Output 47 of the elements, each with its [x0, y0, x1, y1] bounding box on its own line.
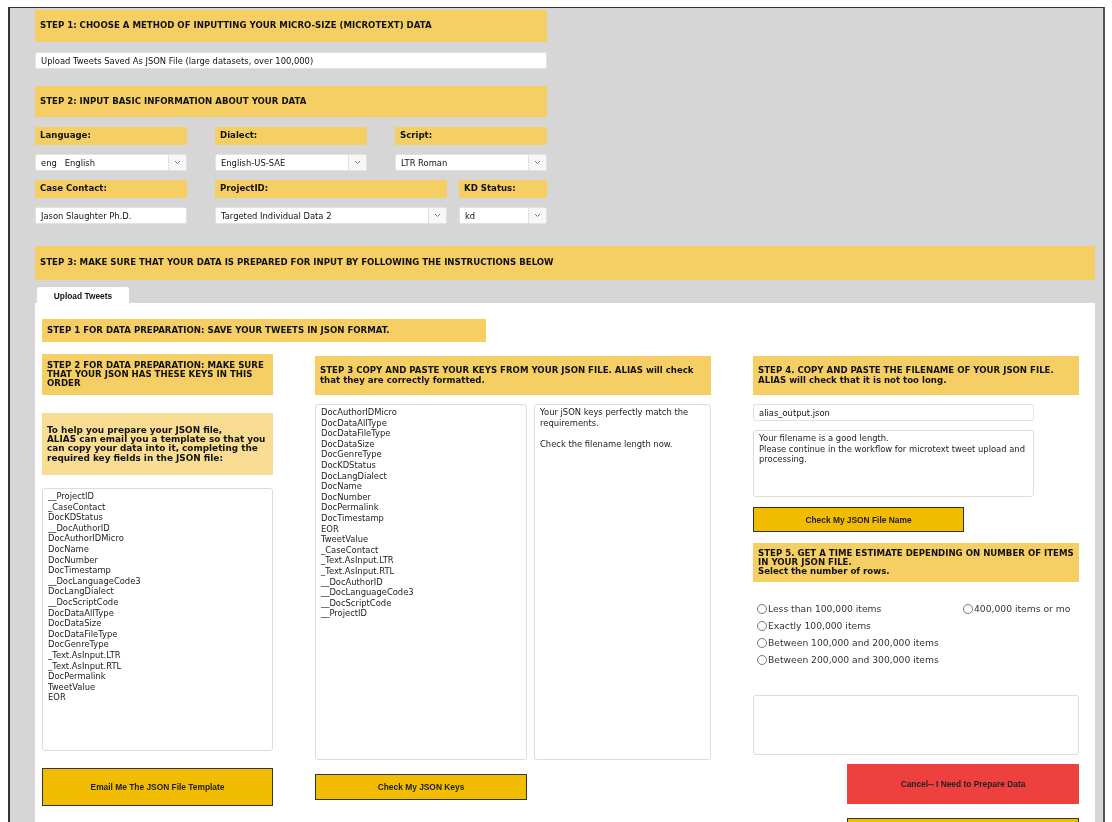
section-header: STEP 3 COPY AND PASTE YOUR KEYS FROM YOUR JSON FILE. ALIAS will check that they are correctly formatted. — [315, 356, 711, 395]
radio-button[interactable] — [757, 603, 767, 614]
caret-icon — [528, 155, 546, 170]
dropdown[interactable]: LTR Roman — [395, 154, 547, 171]
radio-button[interactable] — [757, 637, 767, 648]
field-label: ProjectID: — [215, 180, 447, 198]
dropdown[interactable]: Targeted Individual Data 2 — [215, 207, 447, 224]
text-area[interactable]: DocAuthorIDMicro DocDataAllType DocDataFileType DocDataSize DocGenreType DocKDStatus DocLangDialect DocName DocNumber DocPermalink DocTimestamp EOR TweetValue _CaseContact _Text.AsInput.LTR _Text.AsInput.RTL __DocAuthorID __DocLanguageCode3 __DocScriptCode __ProjectID — [315, 404, 527, 760]
text-field[interactable]: Jason Slaughter Ph.D. — [35, 207, 187, 224]
action-button[interactable]: Check My JSON File Name — [753, 507, 964, 532]
caret-icon — [428, 208, 446, 223]
section-header: STEP 2: INPUT BASIC INFORMATION ABOUT YOUR DATA — [35, 86, 547, 117]
dropdown[interactable]: eng English — [35, 154, 187, 171]
radio-option[interactable]: 400,000 items or mo — [963, 600, 1079, 617]
text-area[interactable]: Your filename is a good length. Please continue in the workflow for microtext tweet upload and processing. — [753, 430, 1034, 497]
help-note: To help you prepare your JSON file, ALIAS can email you a template so that you can copy your data into it, completing the required key fields in the JSON file: — [42, 413, 273, 475]
action-button[interactable]: Cancel-- I Need to Prepare Data — [847, 764, 1079, 804]
radio-button[interactable] — [757, 654, 767, 665]
field-label: Script: — [395, 127, 547, 145]
text-field[interactable]: alias_output.json — [753, 404, 1034, 421]
radio-option[interactable]: Less than 100,000 items — [757, 600, 963, 617]
section-header: STEP 1 FOR DATA PREPARATION: SAVE YOUR TWEETS IN JSON FORMAT. — [42, 319, 486, 342]
section-header: STEP 3: MAKE SURE THAT YOUR DATA IS PREPARED FOR INPUT BY FOLLOWING THE INSTRUCTIONS BELOW — [35, 246, 1095, 280]
radio-button[interactable] — [963, 603, 973, 614]
radio-option[interactable]: Between 200,000 and 300,000 items — [757, 651, 963, 668]
radio-option[interactable]: Exactly 100,000 items — [757, 617, 963, 634]
dropdown[interactable]: kd — [459, 207, 547, 224]
section-header: STEP 5. GET A TIME ESTIMATE DEPENDING ON NUMBER OF ITEMS IN YOUR JSON FILE. Select the number of rows. — [753, 543, 1079, 582]
action-button[interactable]: Check My JSON Keys — [315, 774, 527, 800]
field-label: Dialect: — [215, 127, 367, 145]
action-button[interactable]: Email Me The JSON File Template — [42, 768, 273, 806]
field-label: KD Status: — [459, 180, 547, 198]
caret-icon — [348, 155, 366, 170]
text-area[interactable]: __ProjectID _CaseContact DocKDStatus __DocAuthorID DocAuthorIDMicro DocName DocNumber DocTimestamp __DocLanguageCode3 DocLangDialect __DocScriptCode DocDataAllType DocDataSize DocDataFileType DocGenreType _Text.AsInput.LTR _Text.AsInput.RTL DocPermalink TweetValue EOR — [42, 488, 273, 751]
text-area[interactable]: Your jSON keys perfectly match the requirements. Check the filename length now. — [534, 404, 711, 760]
tab[interactable]: Upload Tweets — [37, 287, 129, 303]
section-header: STEP 2 FOR DATA PREPARATION: MAKE SURE THAT YOUR JSON HAS THESE KEYS IN THIS ORDER — [42, 354, 273, 395]
text-field[interactable]: Upload Tweets Saved As JSON File (large datasets, over 100,000) — [35, 52, 547, 69]
dropdown[interactable]: English-US-SAE — [215, 154, 367, 171]
radio-button[interactable] — [757, 620, 767, 631]
field-label: Language: — [35, 127, 187, 145]
section-header: STEP 4. COPY AND PASTE THE FILENAME OF YOUR JSON FILE. ALIAS will check that it is not too long. — [753, 356, 1079, 395]
field-label: Case Contact: — [35, 180, 187, 198]
caret-icon — [528, 208, 546, 223]
section-header: STEP 1: CHOOSE A METHOD OF INPUTTING YOUR MICRO-SIZE (MICROTEXT) DATA — [35, 10, 547, 42]
caret-icon — [168, 155, 186, 170]
radio-option[interactable]: Between 100,000 and 200,000 items — [757, 634, 963, 651]
